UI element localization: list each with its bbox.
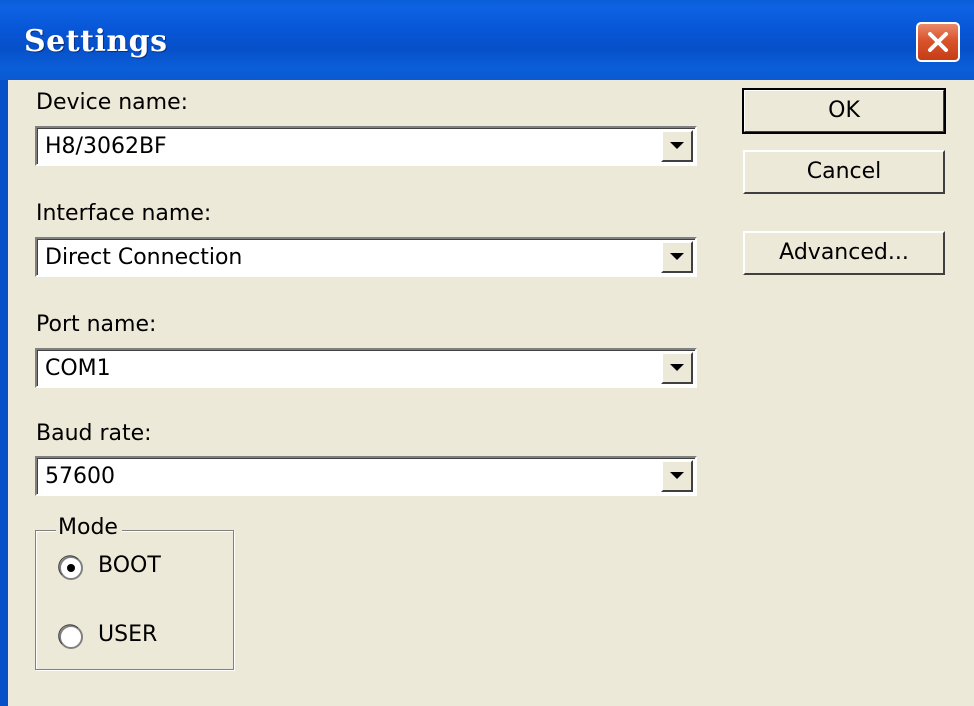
- chevron-down-icon: [670, 142, 684, 149]
- port-name-value: COM1: [45, 356, 111, 381]
- interface-name-combobox[interactable]: Direct Connection: [35, 237, 697, 277]
- device-name-value: H8/3062BF: [45, 134, 167, 159]
- device-name-combobox[interactable]: H8/3062BF: [35, 126, 697, 166]
- title-bar[interactable]: Settings: [0, 0, 974, 80]
- mode-group-title: Mode: [56, 515, 122, 540]
- chevron-down-icon: [670, 364, 684, 371]
- port-name-label: Port name:: [36, 312, 157, 337]
- close-icon: [928, 32, 948, 52]
- device-name-dropdown-button[interactable]: [661, 130, 693, 162]
- chevron-down-icon: [670, 253, 684, 260]
- chevron-down-icon: [670, 472, 684, 479]
- close-button[interactable]: [916, 22, 960, 62]
- radio-unselected-icon[interactable]: [58, 624, 84, 650]
- interface-name-label: Interface name:: [36, 201, 212, 226]
- baud-rate-label: Baud rate:: [36, 421, 152, 446]
- port-name-combobox[interactable]: COM1: [35, 348, 697, 388]
- mode-option-user-label: USER: [98, 622, 158, 647]
- cancel-button[interactable]: Cancel: [743, 150, 945, 194]
- interface-name-dropdown-button[interactable]: [661, 241, 693, 273]
- baud-rate-combobox[interactable]: 57600: [35, 456, 697, 496]
- port-name-dropdown-button[interactable]: [661, 352, 693, 384]
- mode-option-boot-label: BOOT: [98, 553, 161, 578]
- baud-rate-value: 57600: [45, 464, 115, 489]
- advanced-button[interactable]: Advanced...: [743, 231, 945, 275]
- settings-dialog: Settings Device name: H8/3062BF Interfac…: [0, 0, 974, 706]
- radio-selected-icon[interactable]: [58, 555, 84, 581]
- device-name-label: Device name:: [36, 90, 189, 115]
- interface-name-value: Direct Connection: [45, 245, 243, 270]
- window-frame-left: [0, 80, 8, 706]
- window-title: Settings: [24, 24, 168, 59]
- ok-button[interactable]: OK: [742, 88, 946, 134]
- baud-rate-dropdown-button[interactable]: [661, 460, 693, 492]
